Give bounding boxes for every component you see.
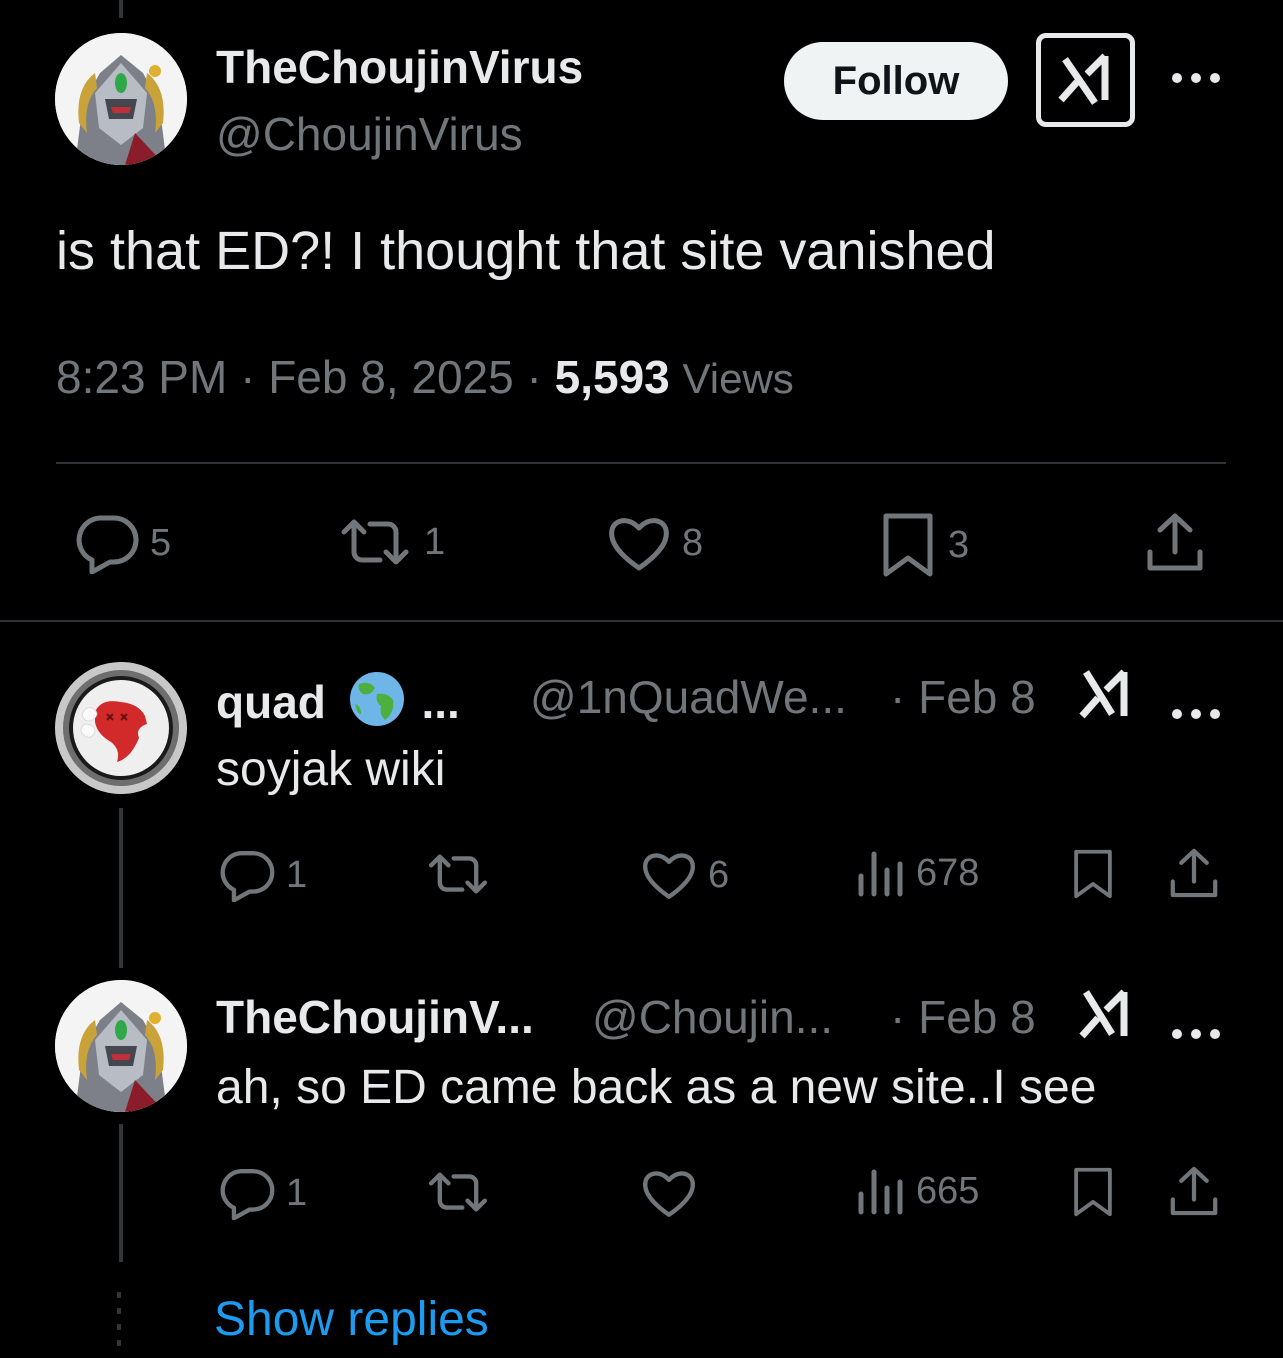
grok-button[interactable] [1036, 33, 1135, 127]
tweet-date[interactable]: Feb 8, 2025 [268, 351, 514, 403]
reply1-display-name[interactable]: quad ... [216, 670, 460, 729]
reply2-views-count: 665 [916, 1169, 980, 1212]
repost-button[interactable]: 1 [336, 512, 445, 572]
reply2-handle[interactable]: @Choujin... [592, 990, 833, 1044]
main-tweet-avatar[interactable] [55, 33, 187, 165]
like-button[interactable]: 8 [606, 512, 703, 574]
reply1-date[interactable]: · Feb 8 [890, 670, 1036, 724]
reply2-text: ah, so ED came back as a new site..I see [216, 1061, 1097, 1114]
heart-icon [643, 853, 695, 899]
reply2-reply-count: 1 [286, 1171, 308, 1214]
reply1-like-count: 6 [708, 853, 730, 896]
reply1-bookmark-button[interactable] [1070, 846, 1116, 902]
thread-divider [0, 620, 1283, 622]
reply2-bookmark-button[interactable] [1070, 1164, 1116, 1220]
thread-line-top [119, 0, 123, 18]
reply2-avatar[interactable] [55, 980, 187, 1112]
reply1-more-icon[interactable] [1170, 686, 1222, 731]
reply1-like-button[interactable]: 6 [640, 848, 729, 902]
reply2-reply-button[interactable]: 1 [218, 1166, 307, 1220]
reply1-avatar[interactable] [55, 662, 187, 794]
meta-separator: · [240, 351, 256, 403]
main-tweet-text: is that ED?! I thought that site vanishe… [56, 221, 996, 281]
heart-icon [609, 518, 669, 571]
views-chart-icon [858, 851, 903, 897]
follow-button[interactable]: Follow [784, 42, 1008, 120]
reply-icon [76, 515, 139, 574]
bookmark-icon [1074, 849, 1112, 899]
thread-line-reply2 [119, 1124, 123, 1262]
reply-icon [220, 1169, 275, 1220]
reply1-grok-icon[interactable] [1078, 664, 1134, 727]
meta-separator: · [526, 351, 542, 403]
views-count[interactable]: 5,593 [555, 351, 670, 403]
share-icon [1170, 1166, 1218, 1216]
views-chart-icon [858, 1169, 903, 1215]
reply2-views-button[interactable]: 665 [856, 1166, 979, 1216]
reply2-more-icon[interactable] [1170, 1006, 1222, 1051]
bookmark-count: 3 [948, 523, 970, 566]
name-truncation: ... [421, 676, 460, 728]
thread-dots [116, 1290, 122, 1348]
bookmark-button[interactable]: 3 [878, 510, 969, 580]
repost-icon [341, 519, 409, 565]
armored-robot-avatar-icon [55, 980, 187, 1112]
views-label: Views [682, 355, 794, 402]
reply2-date[interactable]: · Feb 8 [890, 990, 1036, 1044]
reply1-text: soyjak wiki [216, 743, 446, 796]
reply1-repost-button[interactable] [424, 848, 492, 900]
share-icon [1147, 513, 1203, 571]
reply2-grok-icon[interactable] [1078, 984, 1134, 1047]
repost-icon [428, 1172, 488, 1212]
heart-icon [643, 1171, 695, 1217]
reply2-repost-button[interactable] [424, 1166, 492, 1218]
tweet-time[interactable]: 8:23 PM [56, 351, 227, 403]
reply2-share-button[interactable] [1166, 1162, 1222, 1220]
repost-icon [428, 854, 488, 894]
reply-button[interactable]: 5 [74, 512, 171, 574]
reply1-reply-count: 1 [286, 853, 308, 896]
main-tweet-meta: 8:23 PM · Feb 8, 2025 · 5,593 Views [56, 350, 794, 404]
share-icon [1170, 848, 1218, 898]
reply1-views-button[interactable]: 678 [856, 848, 979, 898]
reply1-reply-button[interactable]: 1 [218, 848, 307, 902]
share-button[interactable] [1142, 508, 1208, 576]
like-count: 8 [682, 521, 704, 564]
reply2-like-button[interactable] [640, 1166, 698, 1220]
grok-icon [1058, 53, 1109, 105]
main-tweet-handle[interactable]: @ChoujinVirus [216, 107, 523, 161]
reply1-share-button[interactable] [1166, 844, 1222, 902]
show-replies-link[interactable]: Show replies [214, 1292, 489, 1347]
main-tweet-display-name[interactable]: TheChoujinVirus [216, 40, 583, 94]
reply2-display-name[interactable]: TheChoujinV... [216, 990, 534, 1044]
stats-divider [56, 462, 1226, 464]
red-ghost-avatar-icon [55, 662, 187, 794]
bookmark-icon [1074, 1167, 1112, 1217]
armored-robot-avatar-icon [55, 33, 187, 165]
globe-emoji-icon [349, 672, 404, 726]
reply-icon [220, 851, 275, 902]
reply-count: 5 [150, 521, 172, 564]
reply1-views-count: 678 [916, 851, 980, 894]
reply1-handle[interactable]: @1nQuadWe... [530, 670, 847, 724]
bookmark-icon [883, 513, 933, 577]
thread-line-reply1 [119, 808, 123, 968]
repost-count: 1 [424, 520, 446, 563]
more-options-icon[interactable] [1170, 50, 1222, 95]
